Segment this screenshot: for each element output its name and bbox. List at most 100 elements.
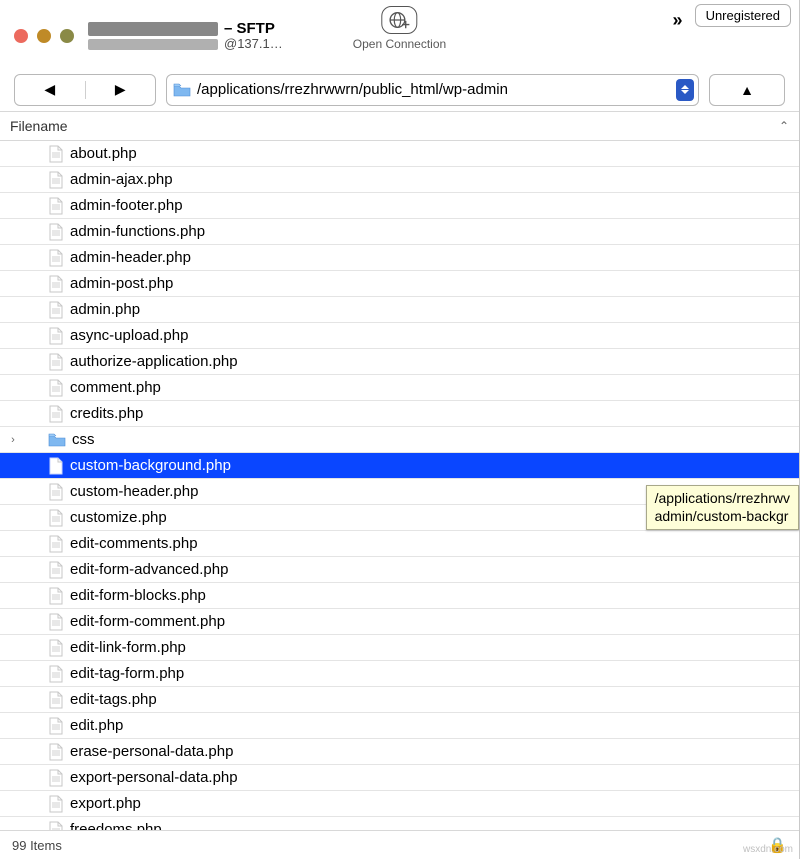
path-text: /applications/rrezhrwwrn/public_html/wp-…	[197, 81, 670, 98]
list-item[interactable]: admin-header.php	[0, 245, 799, 271]
file-icon	[48, 197, 64, 215]
list-item[interactable]: edit-form-comment.php	[0, 609, 799, 635]
file-name: admin-footer.php	[70, 197, 183, 214]
list-item[interactable]: admin-footer.php	[0, 193, 799, 219]
list-item[interactable]: edit-form-advanced.php	[0, 557, 799, 583]
open-connection-label: Open Connection	[353, 37, 446, 51]
file-name: freedoms.php	[70, 821, 162, 830]
list-item[interactable]: › css	[0, 427, 799, 453]
list-item[interactable]: async-upload.php	[0, 323, 799, 349]
file-name: edit.php	[70, 717, 123, 734]
redacted-username	[88, 39, 218, 50]
back-button[interactable]: ◀	[15, 81, 85, 98]
file-name: erase-personal-data.php	[70, 743, 233, 760]
file-icon	[48, 249, 64, 267]
window-subtitle: @137.1…	[88, 37, 283, 52]
open-connection-button[interactable]: Open Connection	[353, 6, 446, 51]
file-name: custom-header.php	[70, 483, 198, 500]
list-item[interactable]: admin.php	[0, 297, 799, 323]
forward-button[interactable]: ▶	[86, 81, 156, 98]
nav-bar: ◀ ▶ /applications/rrezhrwwrn/public_html…	[0, 68, 799, 112]
file-icon	[48, 535, 64, 553]
file-name: edit-form-advanced.php	[70, 561, 228, 578]
file-icon	[48, 613, 64, 631]
file-name: edit-comments.php	[70, 535, 198, 552]
file-icon	[48, 717, 64, 735]
file-icon	[48, 665, 64, 683]
list-item[interactable]: export-personal-data.php	[0, 765, 799, 791]
list-item[interactable]: about.php	[0, 141, 799, 167]
list-item[interactable]: export.php	[0, 791, 799, 817]
file-icon	[48, 743, 64, 761]
list-item[interactable]: erase-personal-data.php	[0, 739, 799, 765]
file-icon	[48, 561, 64, 579]
column-filename-label: Filename	[10, 118, 68, 134]
title-bar: – SFTP @137.1… Open Connection » Unregis…	[0, 0, 799, 68]
list-item[interactable]: comment.php	[0, 375, 799, 401]
list-item[interactable]: admin-functions.php	[0, 219, 799, 245]
toolbar-overflow-button[interactable]: »	[673, 10, 683, 31]
list-item[interactable]: edit-tags.php	[0, 687, 799, 713]
minimize-window-button[interactable]	[37, 29, 51, 43]
file-icon	[48, 821, 64, 831]
file-icon	[48, 145, 64, 163]
list-item[interactable]: edit-link-form.php	[0, 635, 799, 661]
unregistered-badge[interactable]: Unregistered	[695, 4, 791, 27]
watermark-text: wsxdn.com	[743, 844, 793, 855]
file-icon	[48, 379, 64, 397]
file-name: edit-tag-form.php	[70, 665, 184, 682]
file-icon	[48, 691, 64, 709]
list-item[interactable]: authorize-application.php	[0, 349, 799, 375]
item-count-label: 99 Items	[12, 838, 62, 853]
disclosure-triangle-icon[interactable]: ›	[8, 434, 18, 446]
file-name: customize.php	[70, 509, 167, 526]
list-item[interactable]: admin-ajax.php	[0, 167, 799, 193]
window-title-suffix: – SFTP	[224, 20, 275, 37]
path-tooltip: /applications/rrezhrwv admin/custom-back…	[646, 485, 799, 530]
list-item[interactable]: custom-background.php	[0, 453, 799, 479]
file-name: css	[72, 431, 95, 448]
list-item[interactable]: edit-form-blocks.php	[0, 583, 799, 609]
list-item[interactable]: edit-tag-form.php	[0, 661, 799, 687]
folder-icon	[48, 433, 66, 447]
list-item[interactable]: admin-post.php	[0, 271, 799, 297]
file-name: admin-functions.php	[70, 223, 205, 240]
path-dropdown-stepper[interactable]	[676, 79, 694, 101]
file-icon	[48, 405, 64, 423]
file-icon	[48, 223, 64, 241]
file-name: admin-post.php	[70, 275, 173, 292]
status-bar: 99 Items 🔒	[0, 830, 799, 859]
go-up-button[interactable]: ▲	[709, 74, 785, 106]
file-name: credits.php	[70, 405, 143, 422]
file-name: admin-header.php	[70, 249, 191, 266]
file-name: export.php	[70, 795, 141, 812]
folder-icon	[173, 83, 191, 97]
file-icon	[48, 327, 64, 345]
list-item[interactable]: credits.php	[0, 401, 799, 427]
file-name: about.php	[70, 145, 137, 162]
path-combobox[interactable]: /applications/rrezhrwwrn/public_html/wp-…	[166, 74, 699, 106]
window-title: – SFTP	[88, 20, 283, 37]
column-header[interactable]: Filename ⌃	[0, 112, 799, 141]
list-item[interactable]: edit.php	[0, 713, 799, 739]
file-name: custom-background.php	[70, 457, 231, 474]
file-icon	[48, 587, 64, 605]
file-icon	[48, 171, 64, 189]
window-controls	[14, 29, 74, 43]
file-name: async-upload.php	[70, 327, 188, 344]
history-nav: ◀ ▶	[14, 74, 156, 106]
file-name: edit-link-form.php	[70, 639, 186, 656]
list-item[interactable]: edit-comments.php	[0, 531, 799, 557]
file-icon	[48, 509, 64, 527]
file-icon	[48, 795, 64, 813]
file-name: edit-form-blocks.php	[70, 587, 206, 604]
window-subtitle-suffix: @137.1…	[224, 37, 283, 52]
close-window-button[interactable]	[14, 29, 28, 43]
window-title-block: – SFTP @137.1…	[88, 20, 283, 52]
list-item[interactable]: freedoms.php	[0, 817, 799, 830]
zoom-window-button[interactable]	[60, 29, 74, 43]
file-icon	[48, 769, 64, 787]
redacted-hostname	[88, 22, 218, 36]
file-name: export-personal-data.php	[70, 769, 238, 786]
tooltip-line2: admin/custom-backgr	[655, 508, 790, 526]
